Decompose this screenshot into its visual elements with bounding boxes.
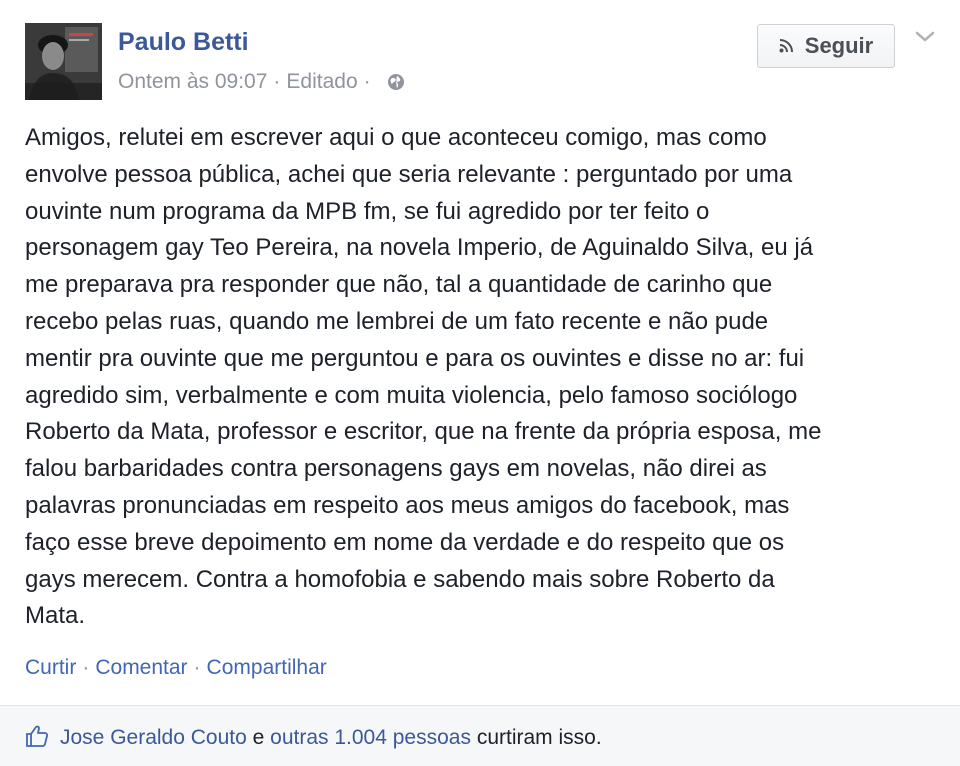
likes-summary: Jose Geraldo Couto e outras 1.004 pessoa… bbox=[0, 705, 960, 766]
rss-icon bbox=[779, 39, 793, 53]
liker-name-link[interactable]: Jose Geraldo Couto bbox=[60, 726, 247, 749]
follow-button[interactable]: Seguir bbox=[757, 24, 895, 68]
action-separator: · bbox=[193, 656, 201, 679]
author-name[interactable]: Paulo Betti bbox=[118, 28, 249, 57]
chevron-down-icon[interactable] bbox=[914, 30, 936, 44]
post-actions: Curtir · Comentar · Compartilhar bbox=[25, 656, 327, 680]
comment-link[interactable]: Comentar bbox=[95, 656, 187, 679]
likes-text: Jose Geraldo Couto e outras 1.004 pessoa… bbox=[60, 726, 602, 750]
post-body: Amigos, relutei em escrever aqui o que a… bbox=[25, 124, 822, 630]
avatar[interactable] bbox=[25, 23, 102, 100]
meta-separator: · bbox=[363, 70, 371, 93]
likes-conjunction: e bbox=[252, 726, 265, 749]
facebook-post: Paulo Betti Ontem às 09:07 · Editado · S… bbox=[0, 0, 960, 766]
profile-photo bbox=[25, 23, 102, 100]
other-likers-link[interactable]: outras 1.004 pessoas bbox=[270, 726, 471, 749]
share-link[interactable]: Compartilhar bbox=[207, 656, 327, 679]
post-timestamp[interactable]: Ontem às 09:07 bbox=[118, 70, 267, 94]
like-link[interactable]: Curtir bbox=[25, 656, 76, 679]
likes-suffix: curtiram isso. bbox=[476, 726, 602, 749]
action-separator: · bbox=[82, 656, 90, 679]
globe-icon[interactable] bbox=[387, 73, 405, 91]
post-meta: Ontem às 09:07 · Editado · bbox=[118, 70, 405, 94]
thumbs-up-icon[interactable] bbox=[25, 724, 49, 748]
edited-label[interactable]: Editado bbox=[286, 70, 357, 94]
follow-label: Seguir bbox=[804, 33, 874, 58]
meta-separator: · bbox=[273, 70, 281, 93]
